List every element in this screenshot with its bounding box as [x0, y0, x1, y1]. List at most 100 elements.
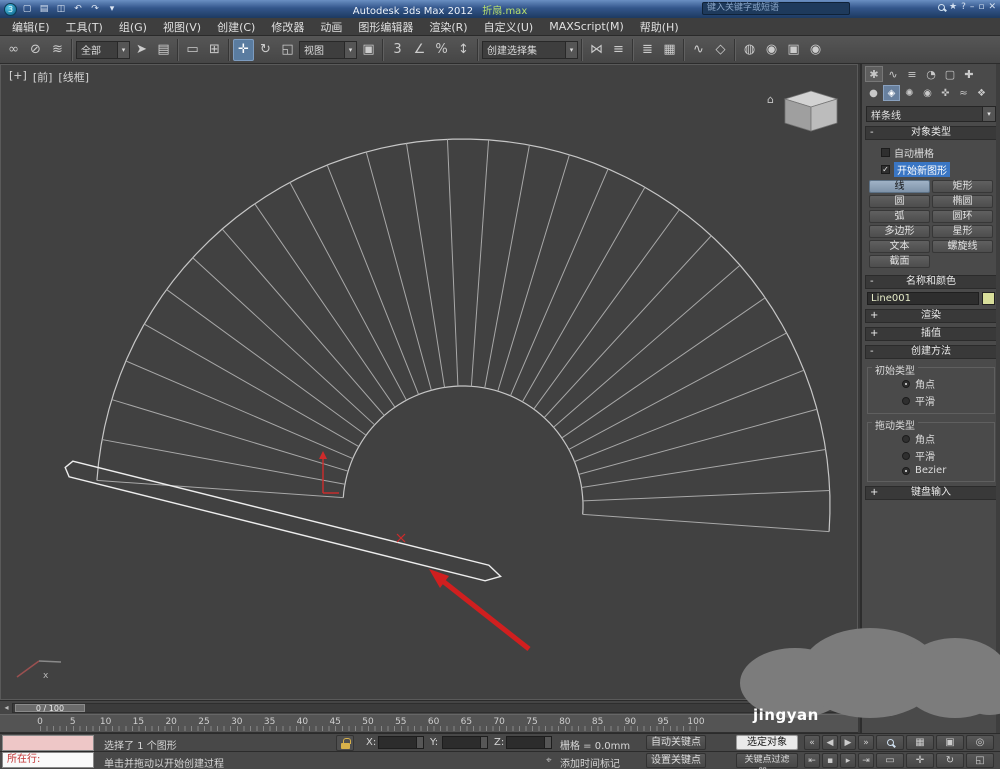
- zoom-all-icon[interactable]: ▦: [906, 735, 934, 750]
- select-and-rotate-icon[interactable]: ↻: [255, 39, 276, 61]
- auto-key-button[interactable]: 自动关键点: [646, 735, 706, 750]
- open-file-icon[interactable]: ▤: [37, 4, 51, 14]
- maxscript-listener-top[interactable]: [2, 735, 94, 751]
- pan-icon[interactable]: ✛: [906, 753, 934, 768]
- object-type-button[interactable]: 多边形: [869, 225, 930, 238]
- tab-create-icon[interactable]: ✱: [865, 66, 883, 82]
- previous-key-icon[interactable]: ⇤: [804, 753, 820, 768]
- select-and-move-icon[interactable]: ✛: [233, 38, 254, 61]
- object-type-button[interactable]: 螺旋线: [932, 240, 993, 253]
- object-type-button[interactable]: 圆: [869, 195, 930, 208]
- layer-manager-icon[interactable]: ≣: [637, 39, 658, 61]
- undo-icon[interactable]: ↶: [71, 4, 85, 14]
- next-key-icon[interactable]: ⇥: [858, 753, 874, 768]
- redo-icon[interactable]: ↷: [88, 4, 102, 14]
- selection-lock-toggle[interactable]: [336, 735, 354, 751]
- menu-item[interactable]: 自定义(U): [476, 18, 542, 36]
- chevron-down-icon[interactable]: ▾: [982, 107, 995, 121]
- forward-icon[interactable]: ▸: [840, 753, 856, 768]
- drag-bezier-radio[interactable]: [902, 466, 910, 475]
- menu-item[interactable]: 渲染(R): [421, 18, 475, 36]
- minimize-icon[interactable]: –: [970, 2, 975, 12]
- bind-to-spacewarp-icon[interactable]: ≋: [47, 39, 68, 61]
- selected-object-dropdown[interactable]: 选定对象: [736, 735, 798, 750]
- autogrid-checkbox[interactable]: [881, 148, 890, 157]
- menu-item[interactable]: 视图(V): [155, 18, 209, 36]
- mirror-icon[interactable]: ⋈: [586, 39, 607, 61]
- rollout-header-interpolation[interactable]: + 插值: [865, 327, 997, 341]
- track-bar[interactable]: 0 5 10 15 20 25 30 35 40 45 50 55 60 65 70 75 80 85 90 95 10…: [0, 714, 858, 733]
- object-type-button[interactable]: 截面: [869, 255, 930, 268]
- spinner-snap-icon[interactable]: ↕: [453, 39, 474, 61]
- object-type-button[interactable]: 文本: [869, 240, 930, 253]
- tab-motion-icon[interactable]: ◔: [922, 66, 940, 82]
- object-type-button[interactable]: 星形: [932, 225, 993, 238]
- drag-smooth-radio[interactable]: [902, 451, 910, 460]
- initial-corner-radio[interactable]: [902, 379, 910, 388]
- menu-item[interactable]: 工具(T): [58, 18, 111, 36]
- initial-smooth-radio-row[interactable]: 平滑: [902, 393, 990, 408]
- rendered-frame-window-icon[interactable]: ▣: [783, 39, 804, 61]
- start-new-shape-checkbox-row[interactable]: ✓ 开始新图形: [881, 162, 995, 177]
- select-and-scale-icon[interactable]: ◱: [277, 39, 298, 61]
- curve-editor-icon[interactable]: ∿: [688, 39, 709, 61]
- zoom-region-icon[interactable]: ▭: [876, 753, 904, 768]
- search-icon[interactable]: [937, 3, 945, 11]
- menu-item[interactable]: MAXScript(M): [541, 19, 632, 34]
- chevron-down-icon[interactable]: ▾: [117, 41, 129, 58]
- menu-item[interactable]: 动画: [312, 18, 350, 36]
- initial-smooth-radio[interactable]: [902, 396, 910, 405]
- ribbon-toggle-icon[interactable]: ▦: [659, 39, 680, 61]
- drag-smooth-radio-row[interactable]: 平滑: [902, 448, 990, 463]
- rollout-header-name-color[interactable]: - 名称和颜色: [865, 275, 997, 289]
- menu-item[interactable]: 组(G): [111, 18, 155, 36]
- start-new-shape-checkbox[interactable]: ✓: [881, 165, 890, 174]
- viewport-front[interactable]: [+] [前] [线框] x ⌂: [0, 64, 858, 700]
- go-to-end-icon[interactable]: »: [858, 735, 874, 750]
- reference-coordinate-dropdown[interactable]: 视图 ▾: [299, 40, 357, 59]
- previous-frame-icon[interactable]: ◀: [822, 735, 838, 750]
- favorites-icon[interactable]: ★: [949, 2, 957, 12]
- menu-item[interactable]: 编辑(E): [4, 18, 58, 36]
- chevron-down-icon[interactable]: ▾: [565, 41, 577, 58]
- unlink-selection-icon[interactable]: ⊘: [25, 39, 46, 61]
- snap-toggle-3d-icon[interactable]: 3: [387, 39, 408, 61]
- viewport-menu-shading[interactable]: [线框]: [58, 69, 89, 85]
- object-type-button[interactable]: 弧: [869, 210, 930, 223]
- viewport-menu-general[interactable]: [+]: [9, 69, 27, 85]
- key-filters-button[interactable]: 关键点过滤器...: [736, 753, 798, 769]
- category-shapes-icon[interactable]: ◈: [883, 85, 900, 101]
- time-slider-handle[interactable]: 0 / 100: [15, 703, 85, 712]
- close-icon[interactable]: ✕: [988, 2, 996, 12]
- stop-icon[interactable]: ▪: [822, 753, 838, 768]
- z-coordinate-field[interactable]: [506, 736, 552, 749]
- x-coordinate-field[interactable]: [378, 736, 424, 749]
- align-icon[interactable]: ≡: [608, 39, 629, 61]
- render-production-icon[interactable]: ◉: [805, 39, 826, 61]
- object-type-button[interactable]: 矩形: [932, 180, 993, 193]
- window-crossing-icon[interactable]: ⊞: [204, 39, 225, 61]
- tab-modify-icon[interactable]: ∿: [884, 66, 902, 82]
- drag-corner-radio-row[interactable]: 角点: [902, 431, 990, 446]
- rollout-header-rendering[interactable]: + 渲染: [865, 309, 997, 323]
- menu-item[interactable]: 图形编辑器: [350, 18, 421, 36]
- go-to-start-icon[interactable]: «: [804, 735, 820, 750]
- help-icon[interactable]: ?: [961, 2, 966, 12]
- max-logo-icon[interactable]: 3: [4, 2, 17, 16]
- object-type-button[interactable]: 圆环: [932, 210, 993, 223]
- autogrid-checkbox-row[interactable]: 自动栅格: [881, 145, 995, 160]
- select-object-icon[interactable]: ➤: [131, 39, 152, 61]
- menu-item[interactable]: 创建(C): [209, 18, 263, 36]
- rollout-header-keyboard-entry[interactable]: + 键盘输入: [865, 486, 997, 500]
- chevron-down-icon[interactable]: ▾: [344, 41, 356, 58]
- category-geometry-icon[interactable]: ●: [865, 85, 882, 101]
- object-type-button[interactable]: 椭圆: [932, 195, 993, 208]
- menu-item[interactable]: 修改器: [263, 18, 312, 36]
- new-file-icon[interactable]: ▢: [20, 4, 34, 14]
- tab-hierarchy-icon[interactable]: ≡: [903, 66, 921, 82]
- tab-utilities-icon[interactable]: ✚: [960, 66, 978, 82]
- time-slider-track[interactable]: 0 / 100: [12, 702, 846, 713]
- angle-snap-icon[interactable]: ∠: [409, 39, 430, 61]
- rectangular-selection-region-icon[interactable]: ▭: [182, 39, 203, 61]
- play-icon[interactable]: ▶: [840, 735, 856, 750]
